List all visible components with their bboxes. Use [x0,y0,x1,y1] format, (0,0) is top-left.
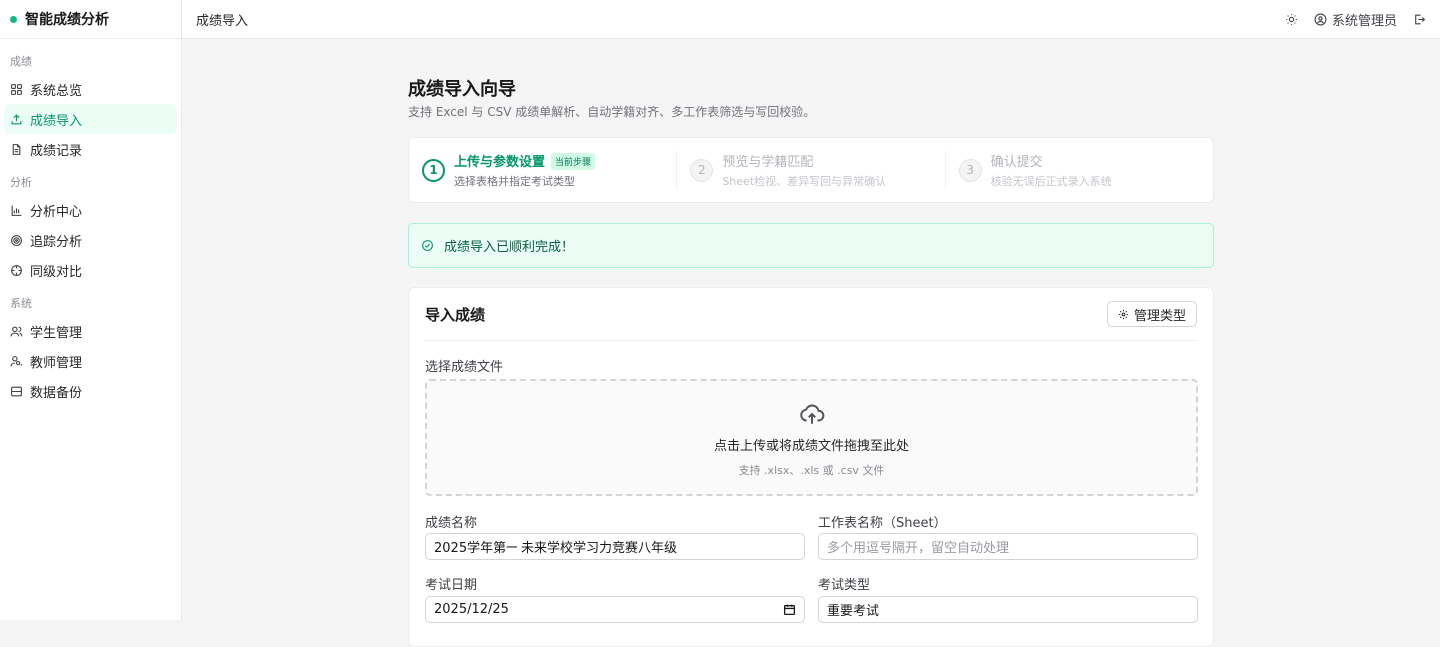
sun-icon[interactable] [1285,13,1298,26]
sidebar-item-overview[interactable]: 系统总览 [4,74,177,104]
sidebar-item-label: 学生管理 [30,325,83,341]
step-desc: 核验无误后正式录入系统 [990,175,1112,188]
sidebar-item-students[interactable]: 学生管理 [4,316,177,346]
step-name: 确认提交 [990,155,1043,170]
file-dropzone[interactable]: 点击上传或将成绩文件拖拽至此处 支持 .xlsx、.xls 或 .csv 文件 [425,379,1198,496]
success-alert: 成绩导入已顺利完成！ [408,223,1214,268]
topbar: 成绩导入 系统管理员 [182,0,1440,39]
step-name: 预览与学籍匹配 [722,155,814,170]
breadcrumb: 成绩导入 [196,13,249,29]
logout-icon[interactable] [1413,13,1426,26]
sheet-label: 工作表名称（Sheet） [818,516,947,531]
step-number: 3 [958,158,982,182]
sidebar-item-label: 成绩导入 [30,113,83,129]
exam-date-value: 2025/12/25 [434,602,509,617]
nav-group-label-system: 系统 [10,297,32,310]
dropzone-main-text: 点击上传或将成绩文件拖拽至此处 [713,439,909,454]
dropzone-sub-text: 支持 .xlsx、.xls 或 .csv 文件 [738,464,885,477]
sidebar-item-teachers[interactable]: 教师管理 [4,346,177,376]
sidebar-item-backup[interactable]: 数据备份 [4,376,177,406]
autocomplete-suggestion[interactable]: 未来学校学习力竞赛八年级 [517,534,682,559]
brand[interactable]: 智能成绩分析 [0,0,181,39]
calendar-icon[interactable] [783,603,796,616]
step-confirm[interactable]: 3 确认提交 核验无误后正式录入系统 [944,151,1213,189]
sidebar-item-label: 数据备份 [30,385,83,401]
current-step-badge: 当前步骤 [551,153,596,170]
date-label: 考试日期 [425,578,478,593]
exam-name-value: 2025学年第一 [434,541,520,556]
user-key-icon [10,355,23,366]
settings-icon [1118,309,1129,319]
grid-icon [11,83,22,95]
nav-group-label-analysis: 分析 [10,176,32,189]
exam-type-select[interactable]: 重要考试 [818,596,1198,623]
step-desc: 选择表格并指定考试类型 [454,175,575,188]
sidebar-item-label: 追踪分析 [30,234,83,250]
step-preview[interactable]: 2 预览与学籍匹配 Sheet检视、差异写回与异常确认 [676,151,944,189]
step-number: 2 [690,158,714,182]
sidebar-item-label: 系统总览 [30,83,83,99]
step-upload[interactable]: 1 上传与参数设置 当前步骤 选择表格并指定考试类型 [409,151,676,189]
step-number: 1 [422,158,445,182]
brand-name: 智能成绩分析 [25,12,109,28]
autocomplete-text: 未来学校学习力竞赛八年级 [521,541,678,556]
user-menu[interactable]: 系统管理员 [1314,10,1397,29]
sidebar-item-tracking[interactable]: 追踪分析 [4,225,177,255]
sheet-name-input[interactable]: 多个用逗号隔开，留空自动处理 [818,533,1198,560]
topbar-actions: 系统管理员 [1285,10,1426,29]
sidebar: 智能成绩分析 成绩 系统总览 成绩导入 成绩记录 分析 分析中心 追踪分析 同级… [0,0,182,620]
file-text-icon [12,143,21,155]
target-icon [11,234,22,246]
sidebar-item-label: 同级对比 [30,264,83,280]
crosshair-icon [11,264,22,276]
bar-chart-icon [11,205,22,216]
sheet-name-placeholder: 多个用逗号隔开，留空自动处理 [827,541,1010,556]
cloud-upload-icon [799,404,824,424]
exam-date-input[interactable]: 2025/12/25 [425,596,805,623]
alert-text: 成绩导入已顺利完成！ [444,240,575,255]
wizard-steps: 1 上传与参数设置 当前步骤 选择表格并指定考试类型 2 预览与学籍匹配 Shee… [408,137,1214,203]
user-name: 系统管理员 [1331,13,1397,29]
page-subtitle: 支持 Excel 与 CSV 成绩单解析、自动学籍对齐、多工作表筛选与写回校验。 [408,105,816,119]
users-icon [10,326,23,336]
type-label: 考试类型 [818,578,871,593]
nav-group-label-grades: 成绩 [10,55,32,68]
step-name: 上传与参数设置 [454,155,546,170]
sidebar-item-records[interactable]: 成绩记录 [4,134,177,164]
page-title: 成绩导入向导 [408,79,516,100]
sidebar-item-peer-compare[interactable]: 同级对比 [4,255,177,285]
step-desc: Sheet检视、差异写回与异常确认 [722,175,887,188]
upload-icon [11,113,22,124]
sidebar-item-import[interactable]: 成绩导入 [4,104,177,134]
manage-types-button[interactable]: 管理类型 [1106,301,1197,327]
sidebar-item-analysis-center[interactable]: 分析中心 [4,195,177,225]
import-card: 导入成绩 管理类型 选择成绩文件 点击上传或将成绩文件拖拽至此处 支持 .xls… [408,287,1214,647]
card-title: 导入成绩 [425,305,486,324]
brand-dot-icon [10,15,17,23]
sidebar-item-label: 分析中心 [30,204,83,220]
user-circle-icon [1314,13,1327,25]
database-icon [11,386,22,396]
card-header: 导入成绩 管理类型 [425,288,1197,341]
name-label: 成绩名称 [425,516,478,531]
manage-types-label: 管理类型 [1133,307,1186,323]
sidebar-item-label: 教师管理 [30,355,83,371]
check-circle-icon [422,240,433,251]
sidebar-item-label: 成绩记录 [30,143,83,159]
file-label: 选择成绩文件 [425,360,504,375]
exam-type-value: 重要考试 [827,604,880,619]
